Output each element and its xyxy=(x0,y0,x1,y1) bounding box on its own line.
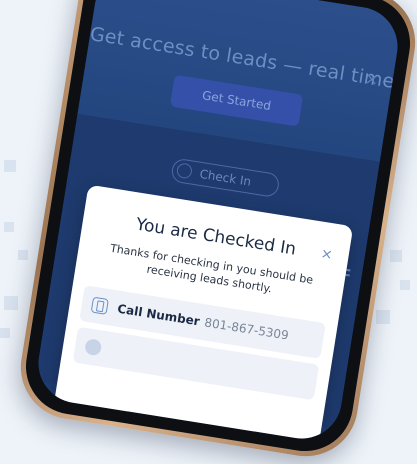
phone-frame: Get access to leads — real time. Get Sta… xyxy=(13,0,417,464)
call-number-value: 801-867-5309 xyxy=(203,315,290,343)
phone-icon xyxy=(90,296,109,315)
get-started-button[interactable]: Get Started xyxy=(169,74,304,127)
modal-close-icon[interactable]: × xyxy=(320,246,334,264)
checked-in-modal: You are Checked In × Thanks for checking… xyxy=(51,184,354,445)
scene: Get access to leads — real time. Get Sta… xyxy=(0,0,417,464)
hero-title: Get access to leads — real time. xyxy=(88,23,403,94)
circle-icon xyxy=(84,338,103,357)
phone-bezel: Get access to leads — real time. Get Sta… xyxy=(19,0,417,458)
check-in-label: Check In xyxy=(198,166,253,189)
toggle-icon xyxy=(175,162,194,180)
call-number-label: Call Number xyxy=(116,301,201,329)
phone-screen: Get access to leads — real time. Get Sta… xyxy=(32,0,404,445)
